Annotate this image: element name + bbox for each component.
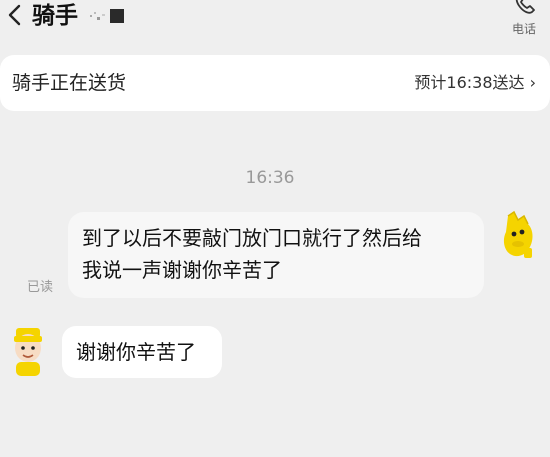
chevron-left-icon [8,4,21,26]
rider-avatar[interactable] [4,318,52,380]
back-button[interactable] [4,2,28,30]
rider-avatar-icon [14,328,42,376]
phone-icon [515,0,535,14]
my-avatar[interactable] [494,210,542,262]
delivery-status-card[interactable]: 骑手正在送货 预计16:38送达 › [0,55,550,111]
redacted-name [88,6,128,26]
message-line: 到了以后不要敲门放门口就行了然后给 [82,226,422,250]
call-button[interactable]: 电话 [504,0,544,36]
message-bubble-outgoing[interactable]: 到了以后不要敲门放门口就行了然后给 我说一声谢谢你辛苦了 [68,212,484,298]
giraffe-avatar-icon [503,210,533,258]
chat-header: 骑手 电话 [0,0,550,44]
chat-screen: 骑手 电话 骑手正在送货 预计16:38送达 › 16:36 到了以后不要敲门放… [0,0,550,457]
message-line: 我说一声谢谢你辛苦了 [82,258,282,282]
chat-title: 骑手 [32,3,78,29]
message-timestamp: 16:36 [245,168,295,188]
delivery-status-text: 骑手正在送货 [12,72,127,94]
delivery-eta-link[interactable]: 预计16:38送达 › [414,55,536,111]
message-bubble-incoming[interactable]: 谢谢你辛苦了 [62,326,222,378]
read-receipt: 已读 [27,280,54,295]
call-label: 电话 [511,22,536,36]
